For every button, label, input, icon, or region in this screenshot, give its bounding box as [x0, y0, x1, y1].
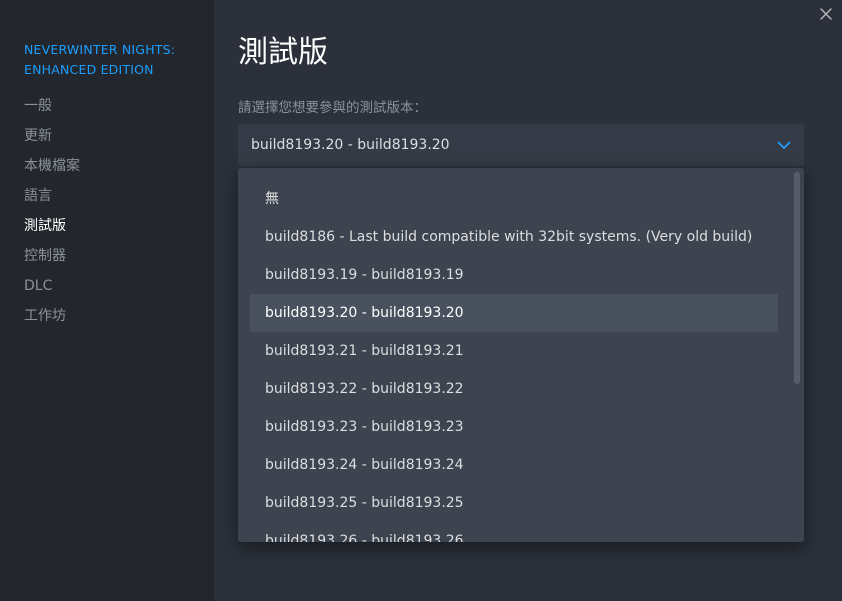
main-panel: 測試版 請選擇您想要參與的測試版本： build8193.20 - build8… — [214, 0, 842, 601]
settings-dialog: NEVERWINTER NIGHTS: ENHANCED EDITION 一般 … — [0, 0, 842, 601]
beta-option[interactable]: build8193.22 - build8193.22 — [250, 370, 778, 408]
beta-option[interactable]: build8193.24 - build8193.24 — [250, 446, 778, 484]
sidebar-item-dlc[interactable]: DLC — [24, 275, 80, 305]
beta-option[interactable]: build8193.26 - build8193.26 — [250, 522, 778, 542]
beta-select-value: build8193.20 - build8193.20 — [251, 137, 450, 153]
sidebar-nav: 一般 更新 本機檔案 語言 測試版 控制器 DLC 工作坊 — [24, 95, 80, 335]
sidebar-item-controller[interactable]: 控制器 — [24, 245, 80, 275]
sidebar: NEVERWINTER NIGHTS: ENHANCED EDITION 一般 … — [0, 0, 214, 601]
beta-options: 無 build8186 - Last build compatible with… — [250, 180, 778, 542]
beta-select-label: 請選擇您想要參與的測試版本： — [238, 100, 427, 116]
page-title: 測試版 — [238, 35, 328, 70]
sidebar-item-local-files[interactable]: 本機檔案 — [24, 155, 80, 185]
beta-option[interactable]: build8193.19 - build8193.19 — [250, 256, 778, 294]
beta-option-none[interactable]: 無 — [250, 180, 778, 218]
beta-option[interactable]: build8193.23 - build8193.23 — [250, 408, 778, 446]
beta-option[interactable]: build8186 - Last build compatible with 3… — [250, 218, 778, 256]
sidebar-item-betas[interactable]: 測試版 — [24, 215, 80, 245]
close-icon[interactable] — [818, 6, 834, 22]
chevron-down-icon — [777, 141, 791, 149]
beta-dropdown-list: 無 build8186 - Last build compatible with… — [238, 168, 804, 542]
beta-option[interactable]: build8193.21 - build8193.21 — [250, 332, 778, 370]
sidebar-item-language[interactable]: 語言 — [24, 185, 80, 215]
sidebar-item-general[interactable]: 一般 — [24, 95, 80, 125]
dropdown-scrollbar[interactable] — [794, 172, 800, 384]
sidebar-item-workshop[interactable]: 工作坊 — [24, 305, 80, 335]
game-title: NEVERWINTER NIGHTS: ENHANCED EDITION — [24, 42, 176, 77]
sidebar-item-updates[interactable]: 更新 — [24, 125, 80, 155]
beta-option-selected[interactable]: build8193.20 - build8193.20 — [250, 294, 778, 332]
beta-option[interactable]: build8193.25 - build8193.25 — [250, 484, 778, 522]
beta-select[interactable]: build8193.20 - build8193.20 — [238, 124, 804, 166]
